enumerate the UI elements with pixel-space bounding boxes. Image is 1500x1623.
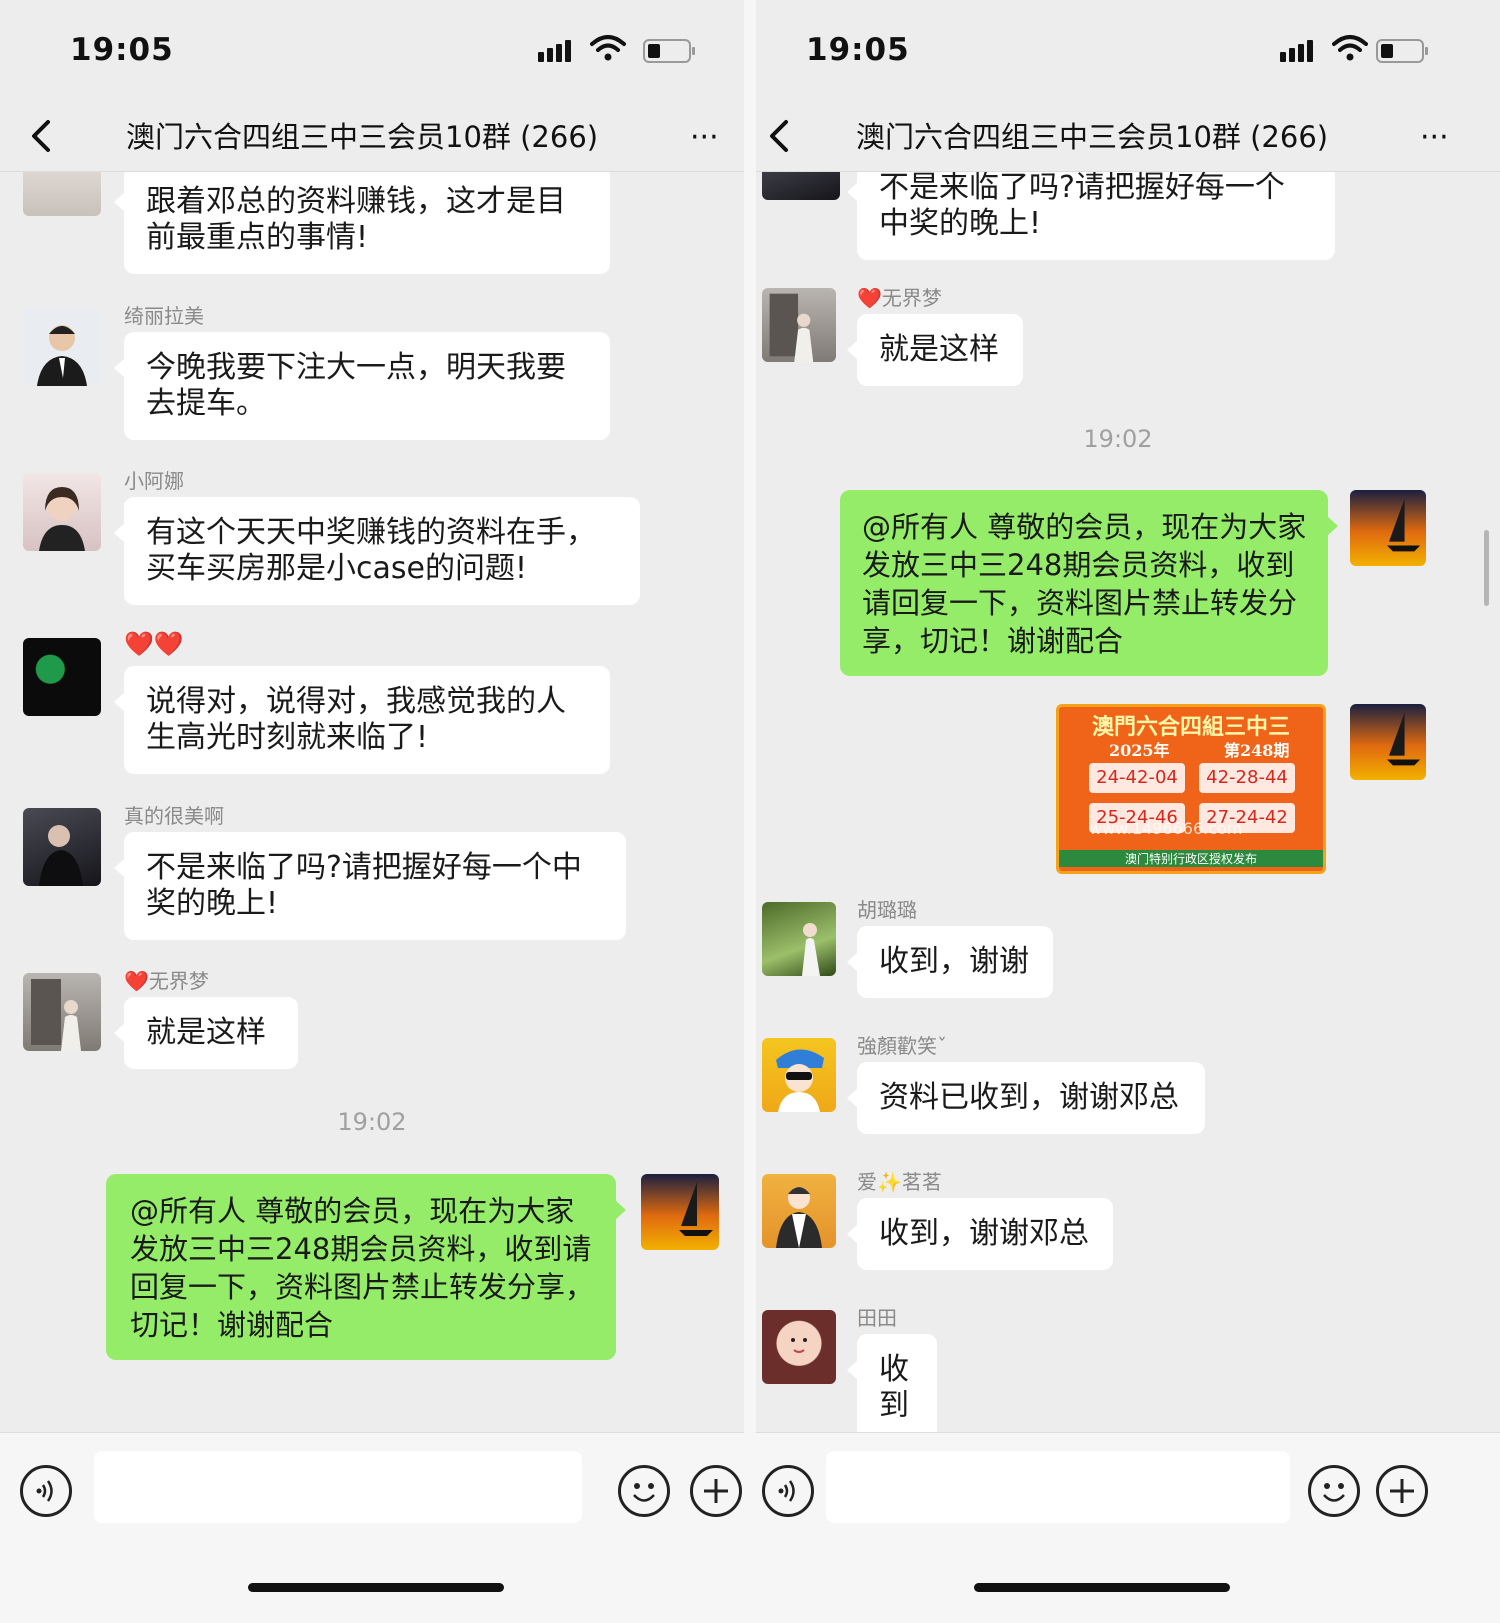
sender-name: 绮丽拉美 [124, 304, 204, 328]
emoji-icon[interactable] [618, 1465, 670, 1517]
message-list[interactable]: 不是来临了吗?请把握好每一个中奖的晚上! ❤️无界梦 就是这样 19:02 @所… [756, 172, 1500, 1432]
message-bubble[interactable]: 有这个天天中奖赚钱的资料在手，买车买房那是小case的问题! [114, 497, 640, 605]
message-bubble-outgoing[interactable]: @所有人 尊敬的会员，现在为大家发放三中三248期会员资料，收到请回复一下，资料… [106, 1174, 626, 1360]
sender-name: ❤️无界梦 [857, 286, 942, 310]
chat-header: 澳门六合四组三中三会员10群 (266) ··· [0, 100, 744, 172]
avatar[interactable] [762, 1310, 836, 1384]
sender-name: ❤️❤️ [124, 630, 184, 658]
chat-title: 澳门六合四组三中三会员10群 (266) [856, 120, 1329, 154]
chat-title: 澳门六合四组三中三会员10群 (266) [126, 120, 599, 154]
voice-icon[interactable] [20, 1465, 72, 1517]
sender-name: 胡璐璐 [857, 898, 917, 922]
status-time: 19:05 [70, 32, 174, 68]
message-bubble[interactable]: 资料已收到，谢谢邓总 [847, 1062, 1205, 1134]
avatar[interactable] [23, 308, 101, 386]
sender-name: ❤️无界梦 [124, 969, 209, 993]
right-phone-screen: 19:05 澳门六合四组三中三会员10群 (266) ··· 不是来临了吗?请把… [756, 0, 1500, 1623]
message-bubble[interactable]: 收到，谢谢邓总 [847, 1198, 1113, 1270]
timestamp: 19:02 [1083, 425, 1153, 453]
message-bubble[interactable]: 收到 [847, 1334, 937, 1432]
poster-website: www.1496666.com [1089, 819, 1243, 838]
wifi-icon [590, 35, 626, 61]
more-options-icon[interactable]: ··· [690, 120, 730, 155]
avatar[interactable] [762, 1038, 836, 1112]
avatar[interactable] [762, 1174, 836, 1248]
home-indicator [974, 1583, 1230, 1592]
plus-icon[interactable] [1376, 1465, 1428, 1517]
avatar[interactable] [23, 172, 101, 216]
poster-year: 2025年 [1109, 741, 1170, 760]
avatar[interactable] [23, 473, 101, 551]
status-bar: 19:05 [0, 0, 744, 100]
sender-name: 小阿娜 [124, 469, 184, 493]
poster-number: 24-42-04 [1089, 763, 1185, 793]
left-phone-screen: 19:05 澳门六合四组三中三会员10群 (266) ··· 跟着邓总的资料赚钱… [0, 0, 744, 1623]
message-bubble[interactable]: 不是来临了吗?请把握好每一个中奖的晚上! [847, 172, 1335, 260]
avatar[interactable] [23, 638, 101, 716]
sender-name: 田田 [857, 1306, 897, 1330]
my-avatar[interactable] [1350, 704, 1426, 780]
my-avatar[interactable] [641, 1174, 719, 1250]
message-bubble-outgoing[interactable]: @所有人 尊敬的会员，现在为大家发放三中三248期会员资料，收到请回复一下，资料… [840, 490, 1338, 676]
battery-icon [1376, 39, 1428, 63]
avatar[interactable] [23, 808, 101, 886]
back-chevron-icon[interactable] [760, 112, 800, 160]
voice-icon[interactable] [762, 1465, 814, 1517]
input-bar [0, 1432, 744, 1623]
input-bar [756, 1432, 1500, 1623]
message-bubble[interactable]: 跟着邓总的资料赚钱，这才是目前最重点的事情! [114, 172, 610, 274]
avatar[interactable] [23, 973, 101, 1051]
poster-number: 42-28-44 [1199, 763, 1295, 793]
home-indicator [248, 1583, 504, 1592]
message-list[interactable]: 跟着邓总的资料赚钱，这才是目前最重点的事情! 绮丽拉美 今晚我要下注大一点，明天… [0, 172, 744, 1432]
battery-icon [643, 39, 695, 63]
sender-name: 爱✨茗茗 [857, 1170, 942, 1194]
message-bubble[interactable]: 收到，谢谢 [847, 926, 1053, 998]
signal-icon [538, 38, 580, 62]
plus-icon[interactable] [690, 1465, 742, 1517]
signal-icon [1280, 38, 1322, 62]
avatar[interactable] [762, 902, 836, 976]
sender-name: 強顏歡笑ˇ [857, 1034, 947, 1058]
more-options-icon[interactable]: ··· [1420, 120, 1460, 155]
my-avatar[interactable] [1350, 490, 1426, 566]
emoji-icon[interactable] [1308, 1465, 1360, 1517]
message-input[interactable] [94, 1451, 582, 1523]
avatar[interactable] [762, 172, 840, 200]
scrollbar[interactable] [1484, 530, 1489, 606]
message-bubble[interactable]: 今晚我要下注大一点，明天我要去提车。 [114, 332, 610, 440]
poster-issue: 第248期 [1224, 741, 1290, 760]
poster-footer: 澳门特别行政区授权发布 [1059, 850, 1323, 867]
lottery-poster-image[interactable]: 澳門六合四組三中三 2025年 第248期 24-42-04 42-28-44 … [1056, 704, 1326, 874]
status-bar: 19:05 [756, 0, 1500, 100]
sender-name: 真的很美啊 [124, 804, 224, 828]
message-bubble[interactable]: 就是这样 [847, 314, 1023, 386]
message-input[interactable] [826, 1451, 1290, 1523]
avatar[interactable] [762, 288, 836, 362]
chat-header: 澳门六合四组三中三会员10群 (266) ··· [756, 100, 1500, 172]
message-bubble[interactable]: 说得对，说得对，我感觉我的人生高光时刻就来临了! [114, 666, 610, 774]
wifi-icon [1332, 35, 1368, 61]
message-bubble[interactable]: 就是这样 [114, 997, 298, 1069]
back-chevron-icon[interactable] [22, 112, 62, 160]
status-time: 19:05 [806, 32, 910, 68]
timestamp: 19:02 [337, 1108, 407, 1136]
message-bubble[interactable]: 不是来临了吗?请把握好每一个中奖的晚上! [114, 832, 626, 940]
screenshot-divider [744, 0, 756, 1623]
